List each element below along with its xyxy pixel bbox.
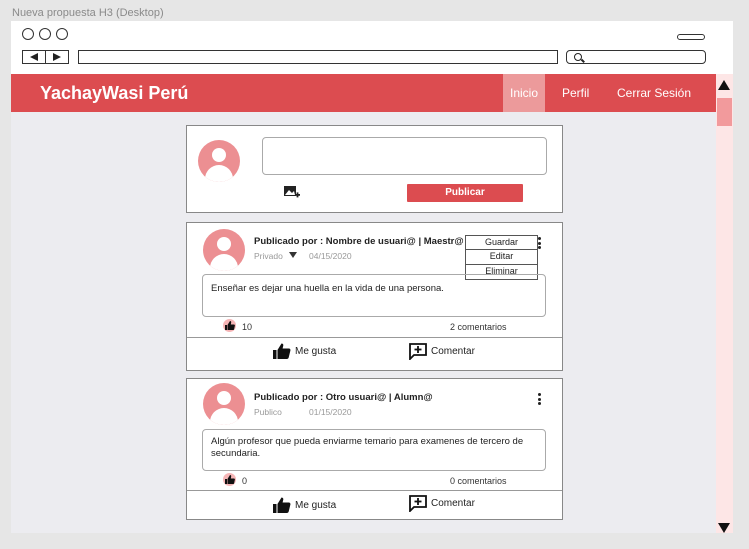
add-comment-icon (409, 343, 427, 360)
history-nav (22, 50, 69, 64)
post-author[interactable]: Publicado por : Nombre de usuari@ | Maes… (254, 236, 464, 247)
avatar (203, 383, 245, 425)
post-body: Algún profesor que pueda enviarme temari… (202, 429, 546, 471)
window-maximize-dot[interactable] (56, 28, 68, 40)
comment-button[interactable]: Comentar (409, 343, 475, 360)
post-privacy[interactable]: Privado (254, 251, 283, 261)
address-bar[interactable] (78, 50, 558, 64)
scroll-thumb[interactable] (717, 98, 732, 126)
forward-button[interactable] (45, 51, 68, 63)
like-count: 10 (242, 322, 253, 332)
frame-title: Nueva propuesta H3 (Desktop) (12, 7, 164, 19)
post-date: 01/15/2020 (309, 407, 352, 417)
divider (187, 337, 562, 338)
browser-window: YachayWasi Perú Inicio Perfil Cerrar Ses… (11, 21, 733, 533)
comment-label: Comentar (431, 346, 475, 357)
comment-count[interactable]: 0 comentarios (450, 476, 507, 486)
like-count-icon (223, 473, 236, 486)
comment-button[interactable]: Comentar (409, 495, 475, 512)
back-arrow-icon (30, 53, 38, 61)
post-body: Enseñar es dejar una huella en la vida d… (202, 274, 546, 317)
window-close-dot[interactable] (22, 28, 34, 40)
menu-item-editar[interactable]: Editar (465, 250, 538, 265)
forward-arrow-icon (53, 53, 61, 61)
like-label: Me gusta (295, 499, 337, 511)
like-button[interactable]: Me gusta (273, 497, 336, 513)
nav-link-perfil[interactable]: Perfil (557, 74, 594, 112)
nav-link-inicio[interactable]: Inicio (503, 74, 545, 112)
privacy-dropdown-icon[interactable] (289, 252, 297, 258)
more-options-icon[interactable] (538, 237, 541, 249)
post-card: Publicado por : Otro usuari@ | Alumn@ Pu… (186, 378, 563, 520)
browser-chrome (11, 21, 733, 74)
back-button[interactable] (23, 51, 45, 63)
scrollbar[interactable] (716, 74, 733, 533)
compose-card: Publicar (186, 125, 563, 213)
post-privacy: Publico (254, 407, 282, 417)
like-button[interactable]: Me gusta (273, 343, 336, 359)
app-navbar: YachayWasi Perú Inicio Perfil Cerrar Ses… (11, 74, 716, 112)
thumbs-up-icon (273, 497, 291, 513)
compose-input[interactable] (262, 137, 547, 175)
brand-logo[interactable]: YachayWasi Perú (40, 83, 188, 104)
add-image-icon[interactable] (284, 186, 300, 200)
post-date: 04/15/2020 (309, 251, 352, 261)
comment-label: Comentar (431, 498, 475, 509)
divider (187, 490, 562, 491)
menu-item-guardar[interactable]: Guardar (465, 235, 538, 250)
avatar (203, 229, 245, 271)
publish-button[interactable]: Publicar (407, 184, 523, 202)
browser-search-field[interactable] (566, 50, 706, 64)
post-author[interactable]: Publicado por : Otro usuari@ | Alumn@ (254, 392, 433, 403)
thumbs-up-icon (273, 343, 291, 359)
like-label: Me gusta (295, 345, 337, 357)
like-count: 0 (242, 476, 248, 486)
window-minimize-dot[interactable] (39, 28, 51, 40)
avatar (198, 140, 240, 182)
browser-menu-icon[interactable] (677, 34, 705, 40)
nav-link-cerrar-sesion[interactable]: Cerrar Sesión (612, 74, 696, 112)
comment-count[interactable]: 2 comentarios (450, 322, 507, 332)
post-card: Publicado por : Nombre de usuari@ | Maes… (186, 222, 563, 371)
like-count-icon (223, 319, 236, 332)
search-icon (574, 53, 582, 61)
scroll-up-icon[interactable] (718, 80, 730, 90)
add-comment-icon (409, 495, 427, 512)
scroll-down-icon[interactable] (718, 523, 730, 533)
feed-area: Publicar Publicado por : Nombre de usuar… (11, 112, 716, 533)
more-options-icon[interactable] (538, 393, 541, 405)
